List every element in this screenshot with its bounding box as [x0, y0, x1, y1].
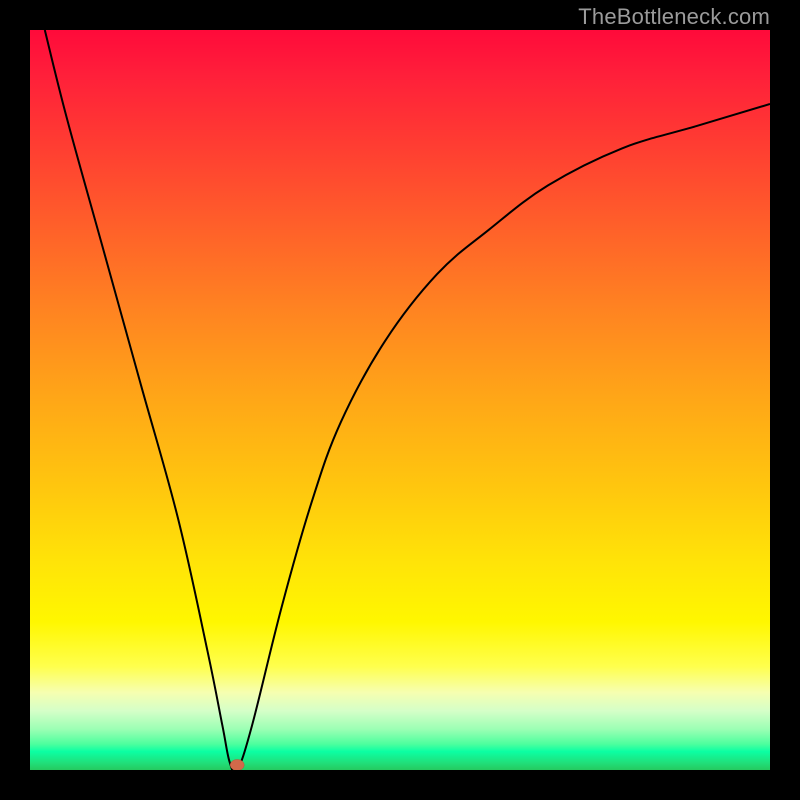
minimum-marker [230, 760, 244, 771]
bottleneck-curve [45, 30, 770, 770]
plot-area [30, 30, 770, 770]
chart-frame: TheBottleneck.com [0, 0, 800, 800]
watermark-text: TheBottleneck.com [578, 4, 770, 30]
plot-svg [30, 30, 770, 770]
